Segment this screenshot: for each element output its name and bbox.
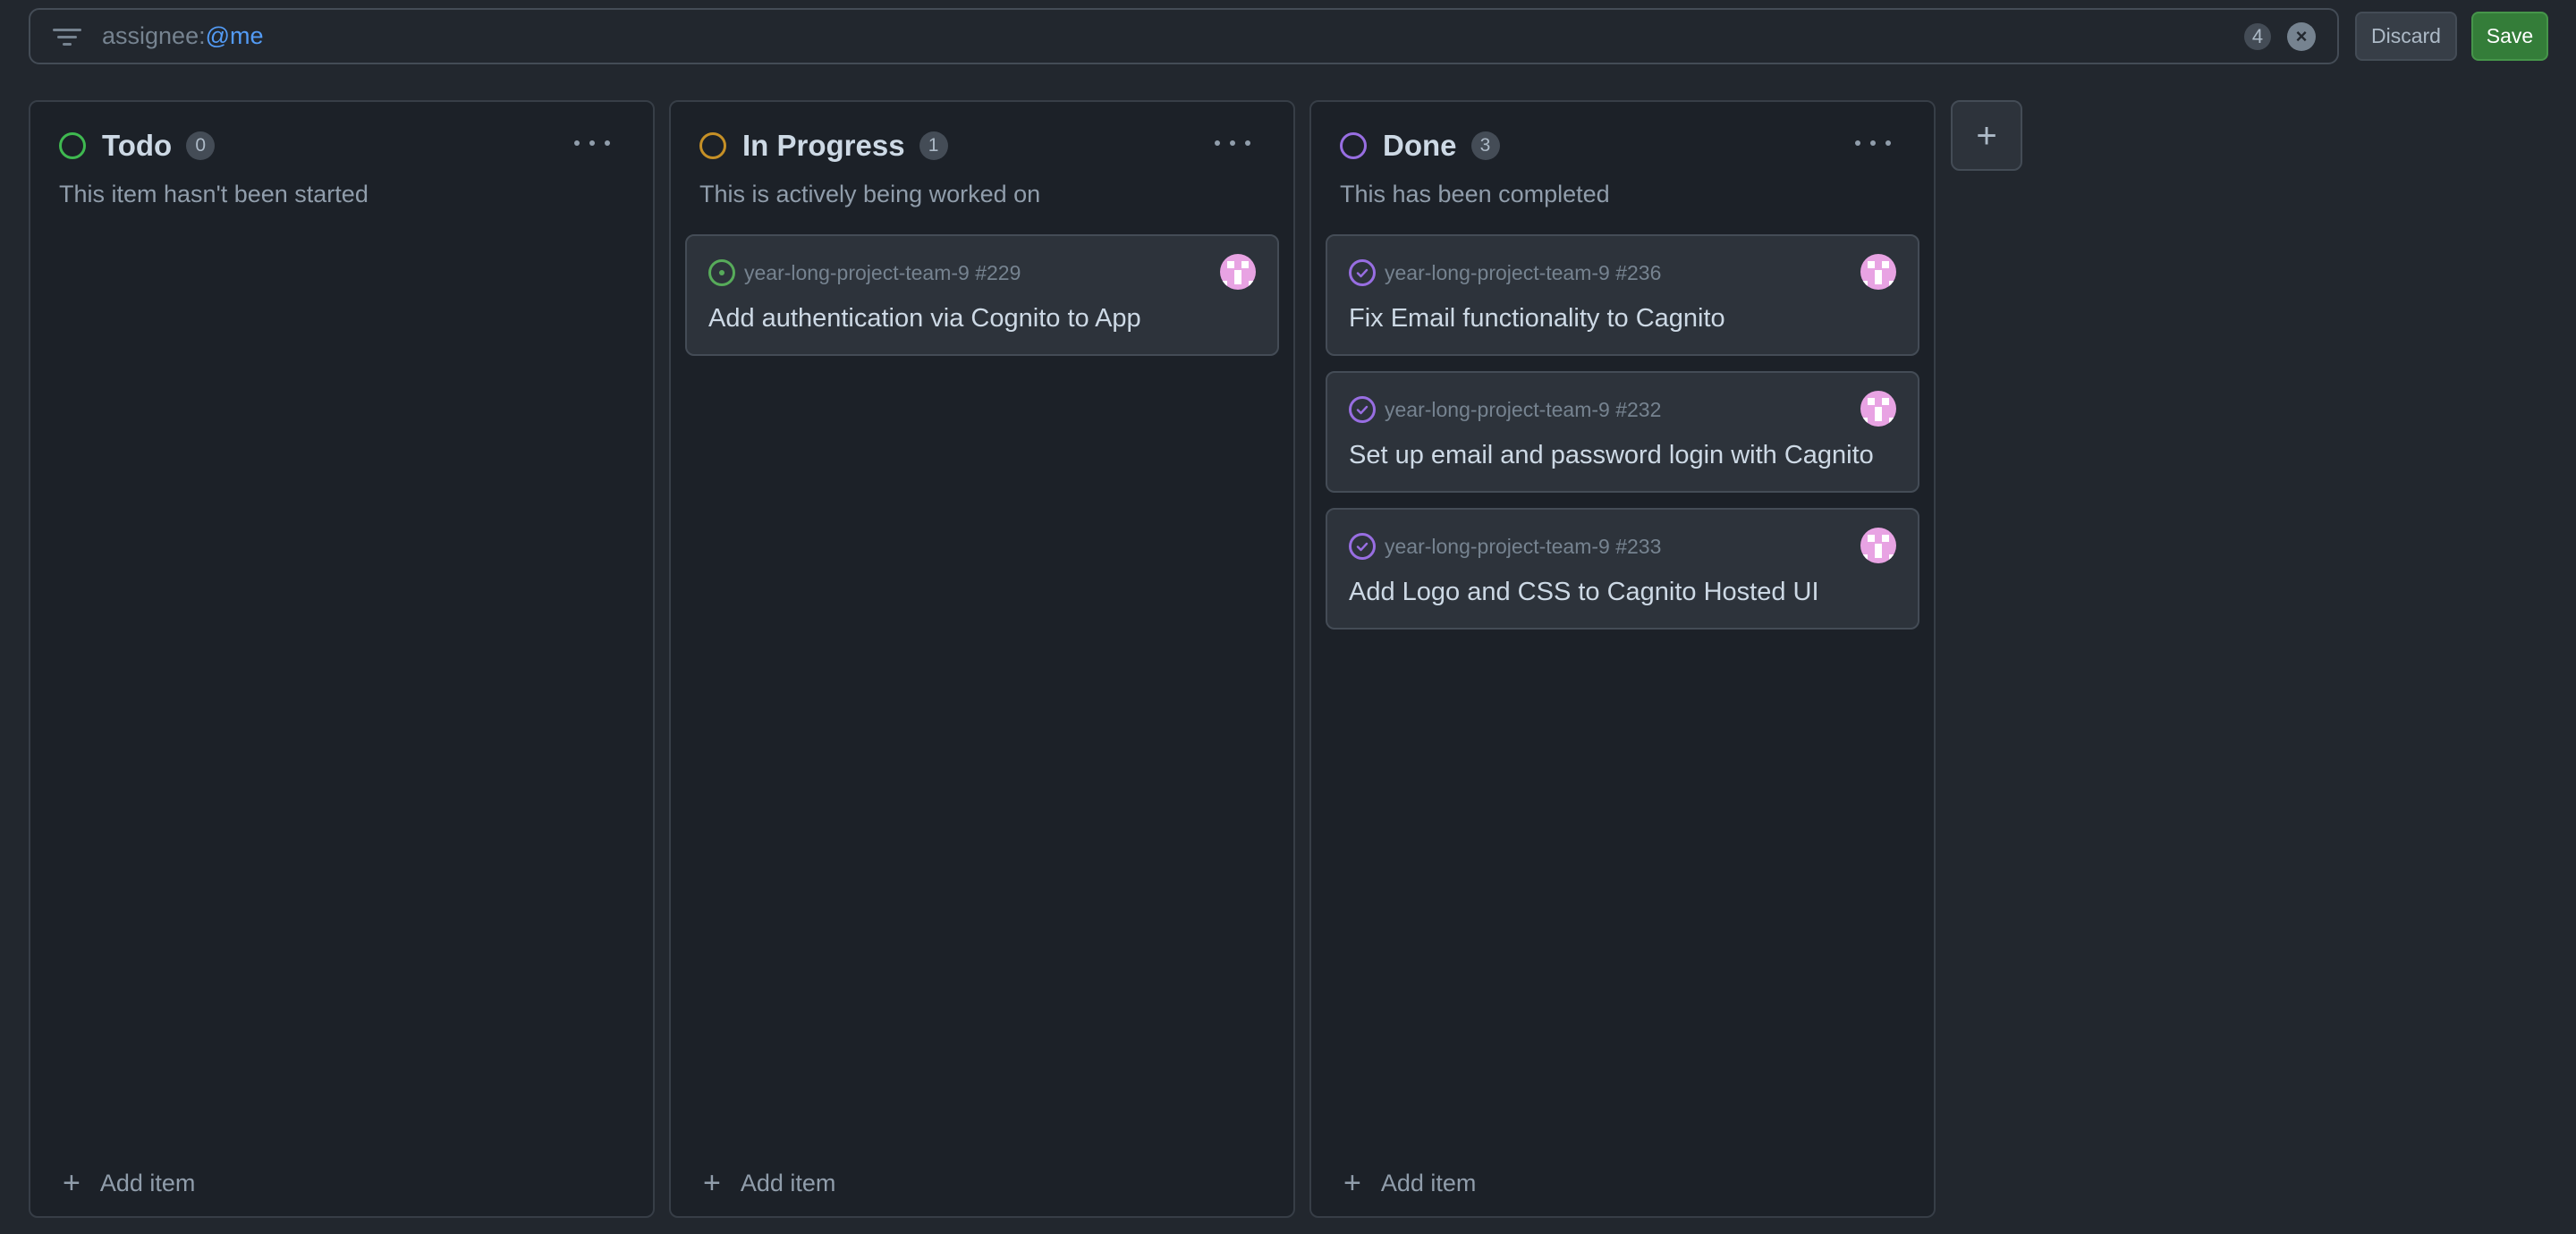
add-item-button[interactable]: + Add item [63, 1168, 195, 1198]
column-todo: Todo 0 This item hasn't been started + A… [29, 100, 655, 1218]
card-repo-ref[interactable]: year-long-project-team-9 #229 [744, 261, 1021, 285]
column-count-badge: 0 [186, 131, 216, 160]
add-item-button[interactable]: + Add item [703, 1168, 835, 1198]
avatar[interactable] [1860, 391, 1896, 427]
filter-bar[interactable]: assignee:@me 4 × [29, 8, 2339, 64]
column-menu-icon[interactable] [1855, 134, 1891, 152]
column-menu-icon[interactable] [1215, 134, 1250, 152]
add-column-button[interactable]: + [1951, 100, 2022, 171]
card-meta: year-long-project-team-9 #229 [708, 259, 1021, 286]
add-item-label: Add item [99, 1169, 196, 1196]
card-title[interactable]: Add Logo and CSS to Cagnito Hosted UI [1349, 578, 1819, 607]
issue-card[interactable]: year-long-project-team-9 #233 Add Logo a… [1326, 508, 1919, 630]
card-meta: year-long-project-team-9 #236 [1349, 259, 1661, 286]
add-item-button[interactable]: + Add item [1343, 1168, 1476, 1198]
save-button[interactable]: Save [2471, 12, 2548, 61]
done-status-icon [1340, 132, 1367, 159]
issue-closed-icon [1349, 259, 1376, 286]
column-title: Done [1383, 129, 1457, 162]
column-description: This is actively being worked on [699, 181, 1041, 207]
column-count-badge: 1 [919, 131, 948, 160]
card-title[interactable]: Add authentication via Cognito to App [708, 304, 1141, 334]
issue-closed-icon [1349, 533, 1376, 560]
column-menu-icon[interactable] [574, 134, 610, 152]
column-done: Done 3 This has been completed year-long… [1309, 100, 1936, 1218]
plus-icon: + [1343, 1166, 1361, 1200]
column-description: This item hasn't been started [59, 181, 369, 207]
filter-input[interactable]: assignee:@me [102, 22, 2244, 50]
card-repo-ref[interactable]: year-long-project-team-9 #236 [1385, 261, 1661, 285]
issue-card[interactable]: year-long-project-team-9 #232 Set up ema… [1326, 371, 1919, 493]
filter-key: assignee: [102, 22, 206, 49]
add-item-label: Add item [1380, 1169, 1477, 1196]
card-meta: year-long-project-team-9 #233 [1349, 533, 1661, 560]
plus-icon: + [703, 1166, 721, 1200]
card-title[interactable]: Set up email and password login with Cag… [1349, 441, 1874, 470]
column-header: Done 3 [1340, 129, 1500, 163]
clear-filter-icon[interactable]: × [2287, 21, 2316, 51]
avatar[interactable] [1860, 528, 1896, 563]
issue-card[interactable]: year-long-project-team-9 #229 Add authen… [685, 234, 1279, 356]
issue-card[interactable]: year-long-project-team-9 #236 Fix Email … [1326, 234, 1919, 356]
card-repo-ref[interactable]: year-long-project-team-9 #233 [1385, 535, 1661, 559]
plus-icon: + [63, 1166, 80, 1200]
project-board: assignee:@me 4 × Discard Save Todo 0 Thi… [0, 0, 2576, 1234]
issue-closed-icon [1349, 396, 1376, 423]
card-title[interactable]: Fix Email functionality to Cagnito [1349, 304, 1725, 334]
filter-count-badge: 4 [2244, 22, 2271, 50]
todo-status-icon [59, 132, 86, 159]
in-progress-status-icon [699, 132, 726, 159]
card-repo-ref[interactable]: year-long-project-team-9 #232 [1385, 398, 1661, 422]
column-count-badge: 3 [1470, 131, 1500, 160]
card-meta: year-long-project-team-9 #232 [1349, 396, 1661, 423]
column-header: In Progress 1 [699, 129, 948, 163]
column-description: This has been completed [1340, 181, 1610, 207]
filter-value: @me [205, 22, 264, 49]
issue-open-icon [708, 259, 735, 286]
column-header: Todo 0 [59, 129, 216, 163]
avatar[interactable] [1860, 254, 1896, 290]
filter-icon [52, 26, 82, 47]
discard-button[interactable]: Discard [2355, 12, 2457, 61]
avatar[interactable] [1220, 254, 1256, 290]
column-title: In Progress [742, 129, 905, 162]
column-title: Todo [102, 129, 173, 162]
column-in-progress: In Progress 1 This is actively being wor… [669, 100, 1295, 1218]
add-item-label: Add item [740, 1169, 836, 1196]
